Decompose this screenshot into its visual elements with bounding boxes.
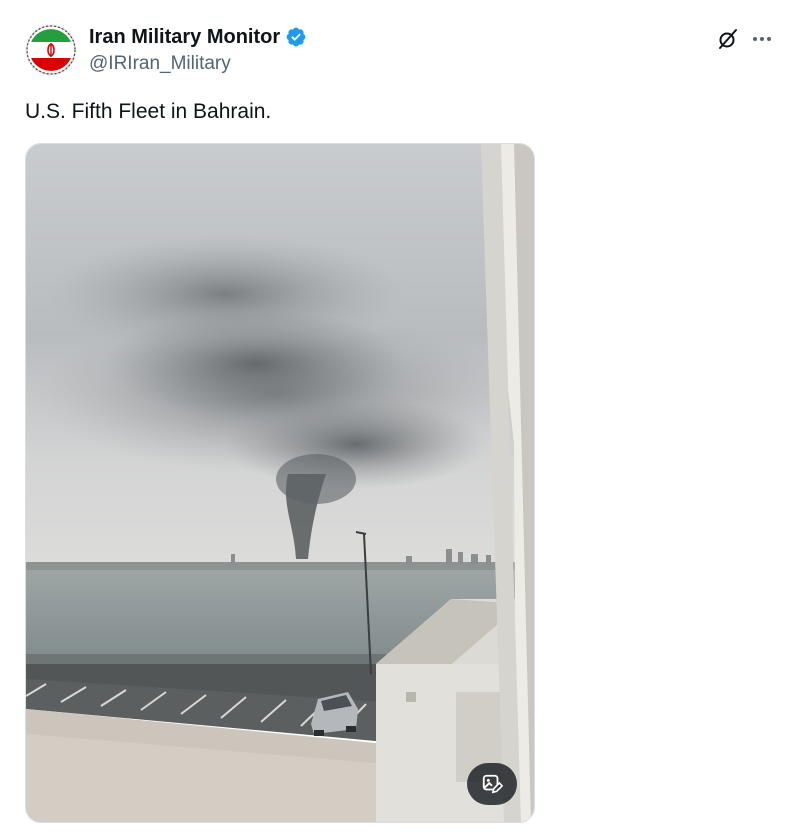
author-avatar[interactable] <box>25 24 77 76</box>
more-options-icon[interactable] <box>750 27 774 51</box>
image-edit-button[interactable] <box>467 763 517 805</box>
iran-emblem-avatar-icon <box>25 24 77 76</box>
post-media-photo[interactable] <box>25 143 535 823</box>
photo-illustration <box>26 144 534 822</box>
author-name[interactable]: Iran Military Monitor <box>89 25 307 49</box>
post: Iran Military Monitor @IRIran_Military U… <box>0 0 800 838</box>
verified-badge-icon <box>286 27 306 47</box>
grok-icon[interactable] <box>716 27 740 51</box>
author-handle[interactable]: @IRIran_Military <box>89 52 231 76</box>
image-edit-icon <box>482 774 503 794</box>
post-text: U.S. Fifth Fleet in Bahrain. <box>25 100 272 123</box>
author-name-text: Iran Military Monitor <box>89 26 281 48</box>
